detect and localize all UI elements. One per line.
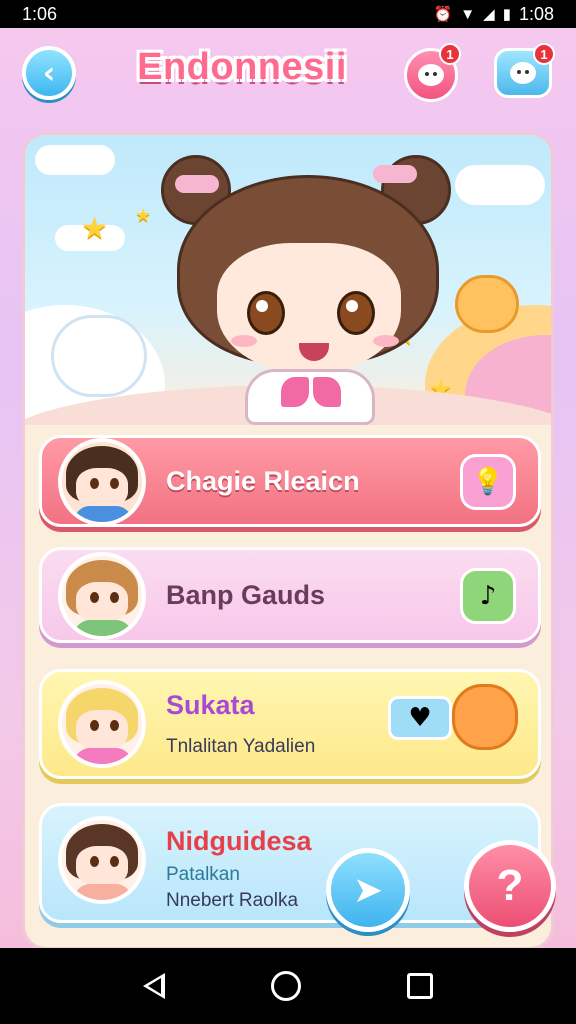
item-subtitle-2: Nnebert Raolka	[166, 890, 299, 911]
orange-cat-illustration	[455, 275, 519, 333]
avatar	[58, 680, 146, 768]
lightbulb-icon: 💡	[471, 467, 505, 497]
item-label: Nidguidesa	[166, 826, 312, 856]
hero-character	[161, 155, 461, 425]
paper-plane-icon: ➤	[352, 869, 384, 911]
list-item-banp[interactable]: Banp Gauds ♪	[39, 547, 541, 643]
status-time-right: 1:08	[518, 3, 554, 24]
page-title: Endonnesii	[137, 46, 347, 88]
star-icon: ★	[135, 205, 152, 226]
orange-cat-icon	[452, 684, 518, 750]
app-header: ‹ Endonnesii 1 1	[0, 28, 576, 124]
wifi-icon: ▼	[460, 5, 476, 23]
system-nav-bar	[0, 948, 576, 1024]
status-icons: ⏰ ▼ ◢ ▮ 1:08	[434, 4, 554, 25]
nav-back-icon[interactable]	[143, 973, 165, 999]
item-subtitle: Tnlalitan Yadalien	[166, 736, 316, 757]
status-bar: 1:06 ⏰ ▼ ◢ ▮ 1:08	[0, 0, 576, 28]
avatar	[58, 438, 146, 526]
item-label: Banp Gauds	[166, 580, 326, 610]
cloud-decoration	[455, 165, 545, 205]
cat-face-icon	[510, 62, 536, 84]
cat-face-icon	[418, 64, 444, 86]
item-label: Chagie Rleaicn	[166, 466, 360, 496]
send-button[interactable]: ➤	[326, 848, 410, 932]
list-item-chagie[interactable]: Chagie Rleaicn 💡	[39, 435, 541, 527]
help-button[interactable]: ?	[464, 840, 556, 932]
ribbon-icon	[281, 377, 341, 407]
item-action-button[interactable]: ♥	[388, 696, 452, 740]
item-label: Sukata	[166, 690, 255, 720]
nav-home-icon[interactable]	[271, 971, 301, 1001]
card-icon: ♥	[408, 703, 432, 733]
avatar	[58, 552, 146, 640]
item-action-button[interactable]: ♪	[460, 568, 516, 624]
back-button[interactable]: ‹	[22, 46, 76, 100]
help-label: ?	[496, 861, 524, 910]
main-panel: ★ ★ ★ ★ Chagi	[22, 132, 554, 950]
avatar	[58, 816, 146, 904]
star-icon: ★	[81, 211, 108, 246]
nav-recents-icon[interactable]	[407, 973, 433, 999]
alarm-icon: ⏰	[433, 6, 453, 23]
status-time: 1:06	[22, 3, 58, 24]
item-action-button[interactable]: 💡	[460, 454, 516, 510]
battery-icon: ▮	[502, 6, 511, 23]
hero-banner: ★ ★ ★ ★	[25, 135, 551, 425]
message-badge: 1	[533, 43, 555, 65]
messages-button[interactable]: 1	[494, 43, 555, 98]
cloud-decoration	[35, 145, 115, 175]
list-item-nidguidesa[interactable]: Nidguidesa Patalkan Nnebert Raolka	[39, 803, 541, 923]
notifications-button[interactable]: 1	[404, 43, 461, 102]
white-cat-illustration	[51, 315, 147, 397]
signal-icon: ◢	[483, 6, 495, 23]
list-item-sukata[interactable]: Sukata Tnlalitan Yadalien ♥	[39, 669, 541, 779]
chevron-left-icon: ‹	[42, 55, 56, 91]
music-note-icon: ♪	[479, 581, 497, 611]
notification-badge: 1	[439, 43, 461, 65]
item-subtitle: Patalkan	[166, 864, 240, 885]
